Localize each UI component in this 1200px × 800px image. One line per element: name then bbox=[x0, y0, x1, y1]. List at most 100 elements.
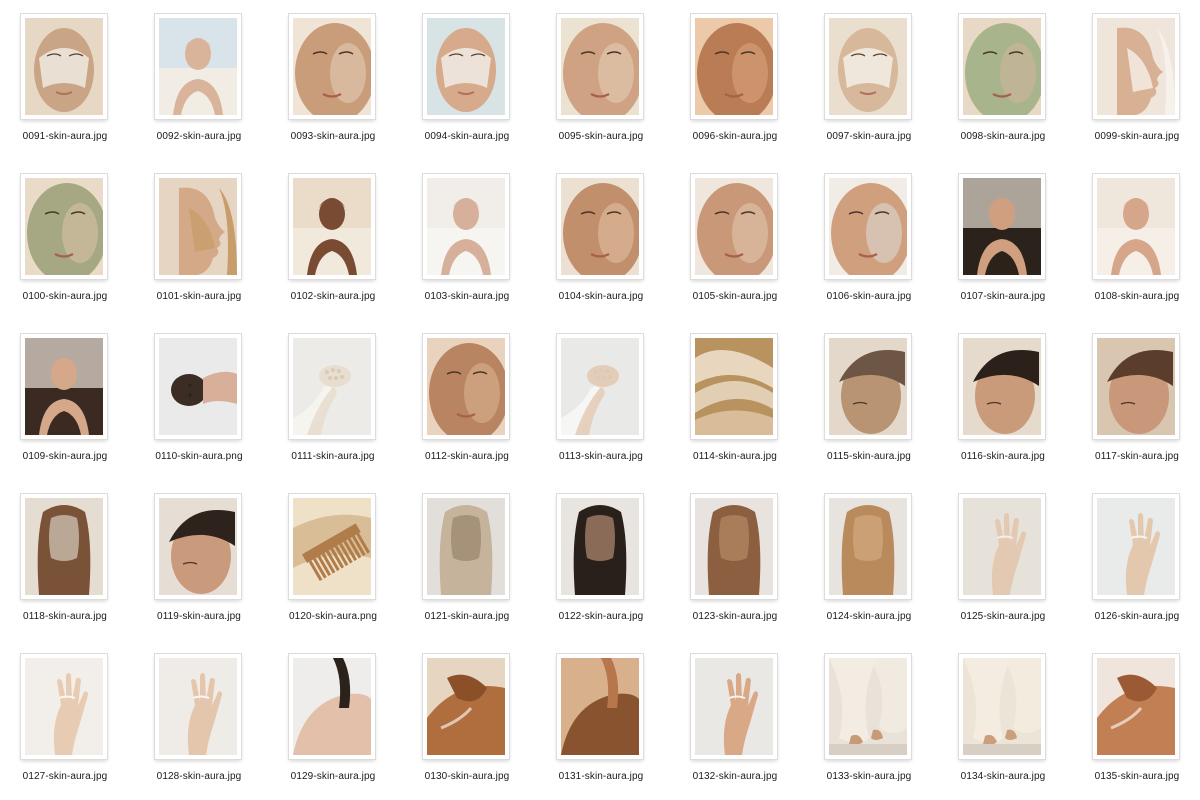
file-name-label[interactable]: 0126-skin-aura.jpg bbox=[1072, 611, 1200, 622]
file-thumbnail[interactable] bbox=[825, 494, 911, 599]
file-thumbnail[interactable] bbox=[289, 174, 375, 279]
file-name-label[interactable]: 0121-skin-aura.jpg bbox=[402, 611, 532, 622]
file-item[interactable]: 0112-skin-aura.jpg bbox=[402, 324, 532, 474]
file-thumbnail[interactable] bbox=[21, 654, 107, 759]
file-thumbnail[interactable] bbox=[155, 174, 241, 279]
file-name-label[interactable]: 0119-skin-aura.jpg bbox=[134, 611, 264, 622]
file-name-label[interactable]: 0104-skin-aura.jpg bbox=[536, 291, 666, 302]
file-thumbnail[interactable] bbox=[423, 654, 509, 759]
file-item[interactable]: 0131-skin-aura.jpg bbox=[536, 644, 666, 794]
file-thumbnail[interactable] bbox=[825, 14, 911, 119]
file-item[interactable]: 0102-skin-aura.jpg bbox=[268, 164, 398, 314]
file-name-label[interactable]: 0099-skin-aura.jpg bbox=[1072, 131, 1200, 142]
file-thumbnail[interactable] bbox=[21, 334, 107, 439]
file-item[interactable]: 0110-skin-aura.png bbox=[134, 324, 264, 474]
file-name-label[interactable]: 0101-skin-aura.jpg bbox=[134, 291, 264, 302]
file-name-label[interactable]: 0107-skin-aura.jpg bbox=[938, 291, 1068, 302]
file-item[interactable]: 0107-skin-aura.jpg bbox=[938, 164, 1068, 314]
file-thumbnail[interactable] bbox=[691, 334, 777, 439]
file-item[interactable]: 0115-skin-aura.jpg bbox=[804, 324, 934, 474]
file-name-label[interactable]: 0131-skin-aura.jpg bbox=[536, 771, 666, 782]
file-thumbnail[interactable] bbox=[423, 494, 509, 599]
file-thumbnail[interactable] bbox=[1093, 14, 1179, 119]
file-name-label[interactable]: 0095-skin-aura.jpg bbox=[536, 131, 666, 142]
file-item[interactable]: 0123-skin-aura.jpg bbox=[670, 484, 800, 634]
file-thumbnail[interactable] bbox=[959, 14, 1045, 119]
file-thumbnail[interactable] bbox=[959, 334, 1045, 439]
file-name-label[interactable]: 0096-skin-aura.jpg bbox=[670, 131, 800, 142]
file-thumbnail[interactable] bbox=[21, 14, 107, 119]
file-item[interactable]: 0101-skin-aura.jpg bbox=[134, 164, 264, 314]
file-name-label[interactable]: 0114-skin-aura.jpg bbox=[670, 451, 800, 462]
file-item[interactable]: 0097-skin-aura.jpg bbox=[804, 4, 934, 154]
file-item[interactable]: 0117-skin-aura.jpg bbox=[1072, 324, 1200, 474]
file-thumbnail[interactable] bbox=[289, 654, 375, 759]
file-item[interactable]: 0126-skin-aura.jpg bbox=[1072, 484, 1200, 634]
file-name-label[interactable]: 0123-skin-aura.jpg bbox=[670, 611, 800, 622]
file-item[interactable]: 0127-skin-aura.jpg bbox=[0, 644, 130, 794]
file-name-label[interactable]: 0117-skin-aura.jpg bbox=[1072, 451, 1200, 462]
file-name-label[interactable]: 0134-skin-aura.jpg bbox=[938, 771, 1068, 782]
file-item[interactable]: 0094-skin-aura.jpg bbox=[402, 4, 532, 154]
file-name-label[interactable]: 0132-skin-aura.jpg bbox=[670, 771, 800, 782]
file-item[interactable]: 0134-skin-aura.jpg bbox=[938, 644, 1068, 794]
file-thumbnail[interactable] bbox=[423, 14, 509, 119]
file-name-label[interactable]: 0105-skin-aura.jpg bbox=[670, 291, 800, 302]
file-thumbnail[interactable] bbox=[691, 14, 777, 119]
file-item[interactable]: 0096-skin-aura.jpg bbox=[670, 4, 800, 154]
file-item[interactable]: 0133-skin-aura.jpg bbox=[804, 644, 934, 794]
file-thumbnail[interactable] bbox=[557, 174, 643, 279]
file-thumbnail[interactable] bbox=[825, 654, 911, 759]
file-item[interactable]: 0092-skin-aura.jpg bbox=[134, 4, 264, 154]
file-item[interactable]: 0116-skin-aura.jpg bbox=[938, 324, 1068, 474]
file-name-label[interactable]: 0120-skin-aura.png bbox=[268, 611, 398, 622]
file-item[interactable]: 0129-skin-aura.jpg bbox=[268, 644, 398, 794]
file-item[interactable]: 0124-skin-aura.jpg bbox=[804, 484, 934, 634]
file-thumbnail[interactable] bbox=[21, 174, 107, 279]
file-thumbnail[interactable] bbox=[21, 494, 107, 599]
file-item[interactable]: 0091-skin-aura.jpg bbox=[0, 4, 130, 154]
file-name-label[interactable]: 0102-skin-aura.jpg bbox=[268, 291, 398, 302]
file-thumbnail[interactable] bbox=[691, 174, 777, 279]
file-name-label[interactable]: 0111-skin-aura.jpg bbox=[268, 451, 398, 462]
file-thumbnail[interactable] bbox=[1093, 174, 1179, 279]
file-thumbnail[interactable] bbox=[423, 334, 509, 439]
file-name-label[interactable]: 0098-skin-aura.jpg bbox=[938, 131, 1068, 142]
file-name-label[interactable]: 0122-skin-aura.jpg bbox=[536, 611, 666, 622]
file-item[interactable]: 0109-skin-aura.jpg bbox=[0, 324, 130, 474]
file-thumbnail[interactable] bbox=[959, 494, 1045, 599]
file-thumbnail[interactable] bbox=[155, 14, 241, 119]
file-name-label[interactable]: 0109-skin-aura.jpg bbox=[0, 451, 130, 462]
file-thumbnail[interactable] bbox=[825, 174, 911, 279]
file-thumbnail[interactable] bbox=[423, 174, 509, 279]
file-item[interactable]: 0106-skin-aura.jpg bbox=[804, 164, 934, 314]
file-thumbnail[interactable] bbox=[289, 14, 375, 119]
file-item[interactable]: 0135-skin-aura.jpg bbox=[1072, 644, 1200, 794]
file-name-label[interactable]: 0130-skin-aura.jpg bbox=[402, 771, 532, 782]
file-thumbnail[interactable] bbox=[557, 494, 643, 599]
file-name-label[interactable]: 0133-skin-aura.jpg bbox=[804, 771, 934, 782]
file-name-label[interactable]: 0135-skin-aura.jpg bbox=[1072, 771, 1200, 782]
file-item[interactable]: 0105-skin-aura.jpg bbox=[670, 164, 800, 314]
file-name-label[interactable]: 0103-skin-aura.jpg bbox=[402, 291, 532, 302]
file-name-label[interactable]: 0110-skin-aura.png bbox=[134, 451, 264, 462]
file-item[interactable]: 0122-skin-aura.jpg bbox=[536, 484, 666, 634]
file-item[interactable]: 0098-skin-aura.jpg bbox=[938, 4, 1068, 154]
file-thumbnail[interactable] bbox=[155, 494, 241, 599]
file-item[interactable]: 0118-skin-aura.jpg bbox=[0, 484, 130, 634]
file-item[interactable]: 0125-skin-aura.jpg bbox=[938, 484, 1068, 634]
file-thumbnail[interactable] bbox=[959, 654, 1045, 759]
file-thumbnail[interactable] bbox=[825, 334, 911, 439]
file-item[interactable]: 0132-skin-aura.jpg bbox=[670, 644, 800, 794]
file-thumbnail[interactable] bbox=[557, 334, 643, 439]
file-item[interactable]: 0130-skin-aura.jpg bbox=[402, 644, 532, 794]
file-thumbnail[interactable] bbox=[1093, 334, 1179, 439]
file-item[interactable]: 0100-skin-aura.jpg bbox=[0, 164, 130, 314]
file-thumbnail[interactable] bbox=[155, 334, 241, 439]
file-name-label[interactable]: 0097-skin-aura.jpg bbox=[804, 131, 934, 142]
file-item[interactable]: 0095-skin-aura.jpg bbox=[536, 4, 666, 154]
file-item[interactable]: 0120-skin-aura.png bbox=[268, 484, 398, 634]
file-name-label[interactable]: 0127-skin-aura.jpg bbox=[0, 771, 130, 782]
file-item[interactable]: 0093-skin-aura.jpg bbox=[268, 4, 398, 154]
file-name-label[interactable]: 0124-skin-aura.jpg bbox=[804, 611, 934, 622]
